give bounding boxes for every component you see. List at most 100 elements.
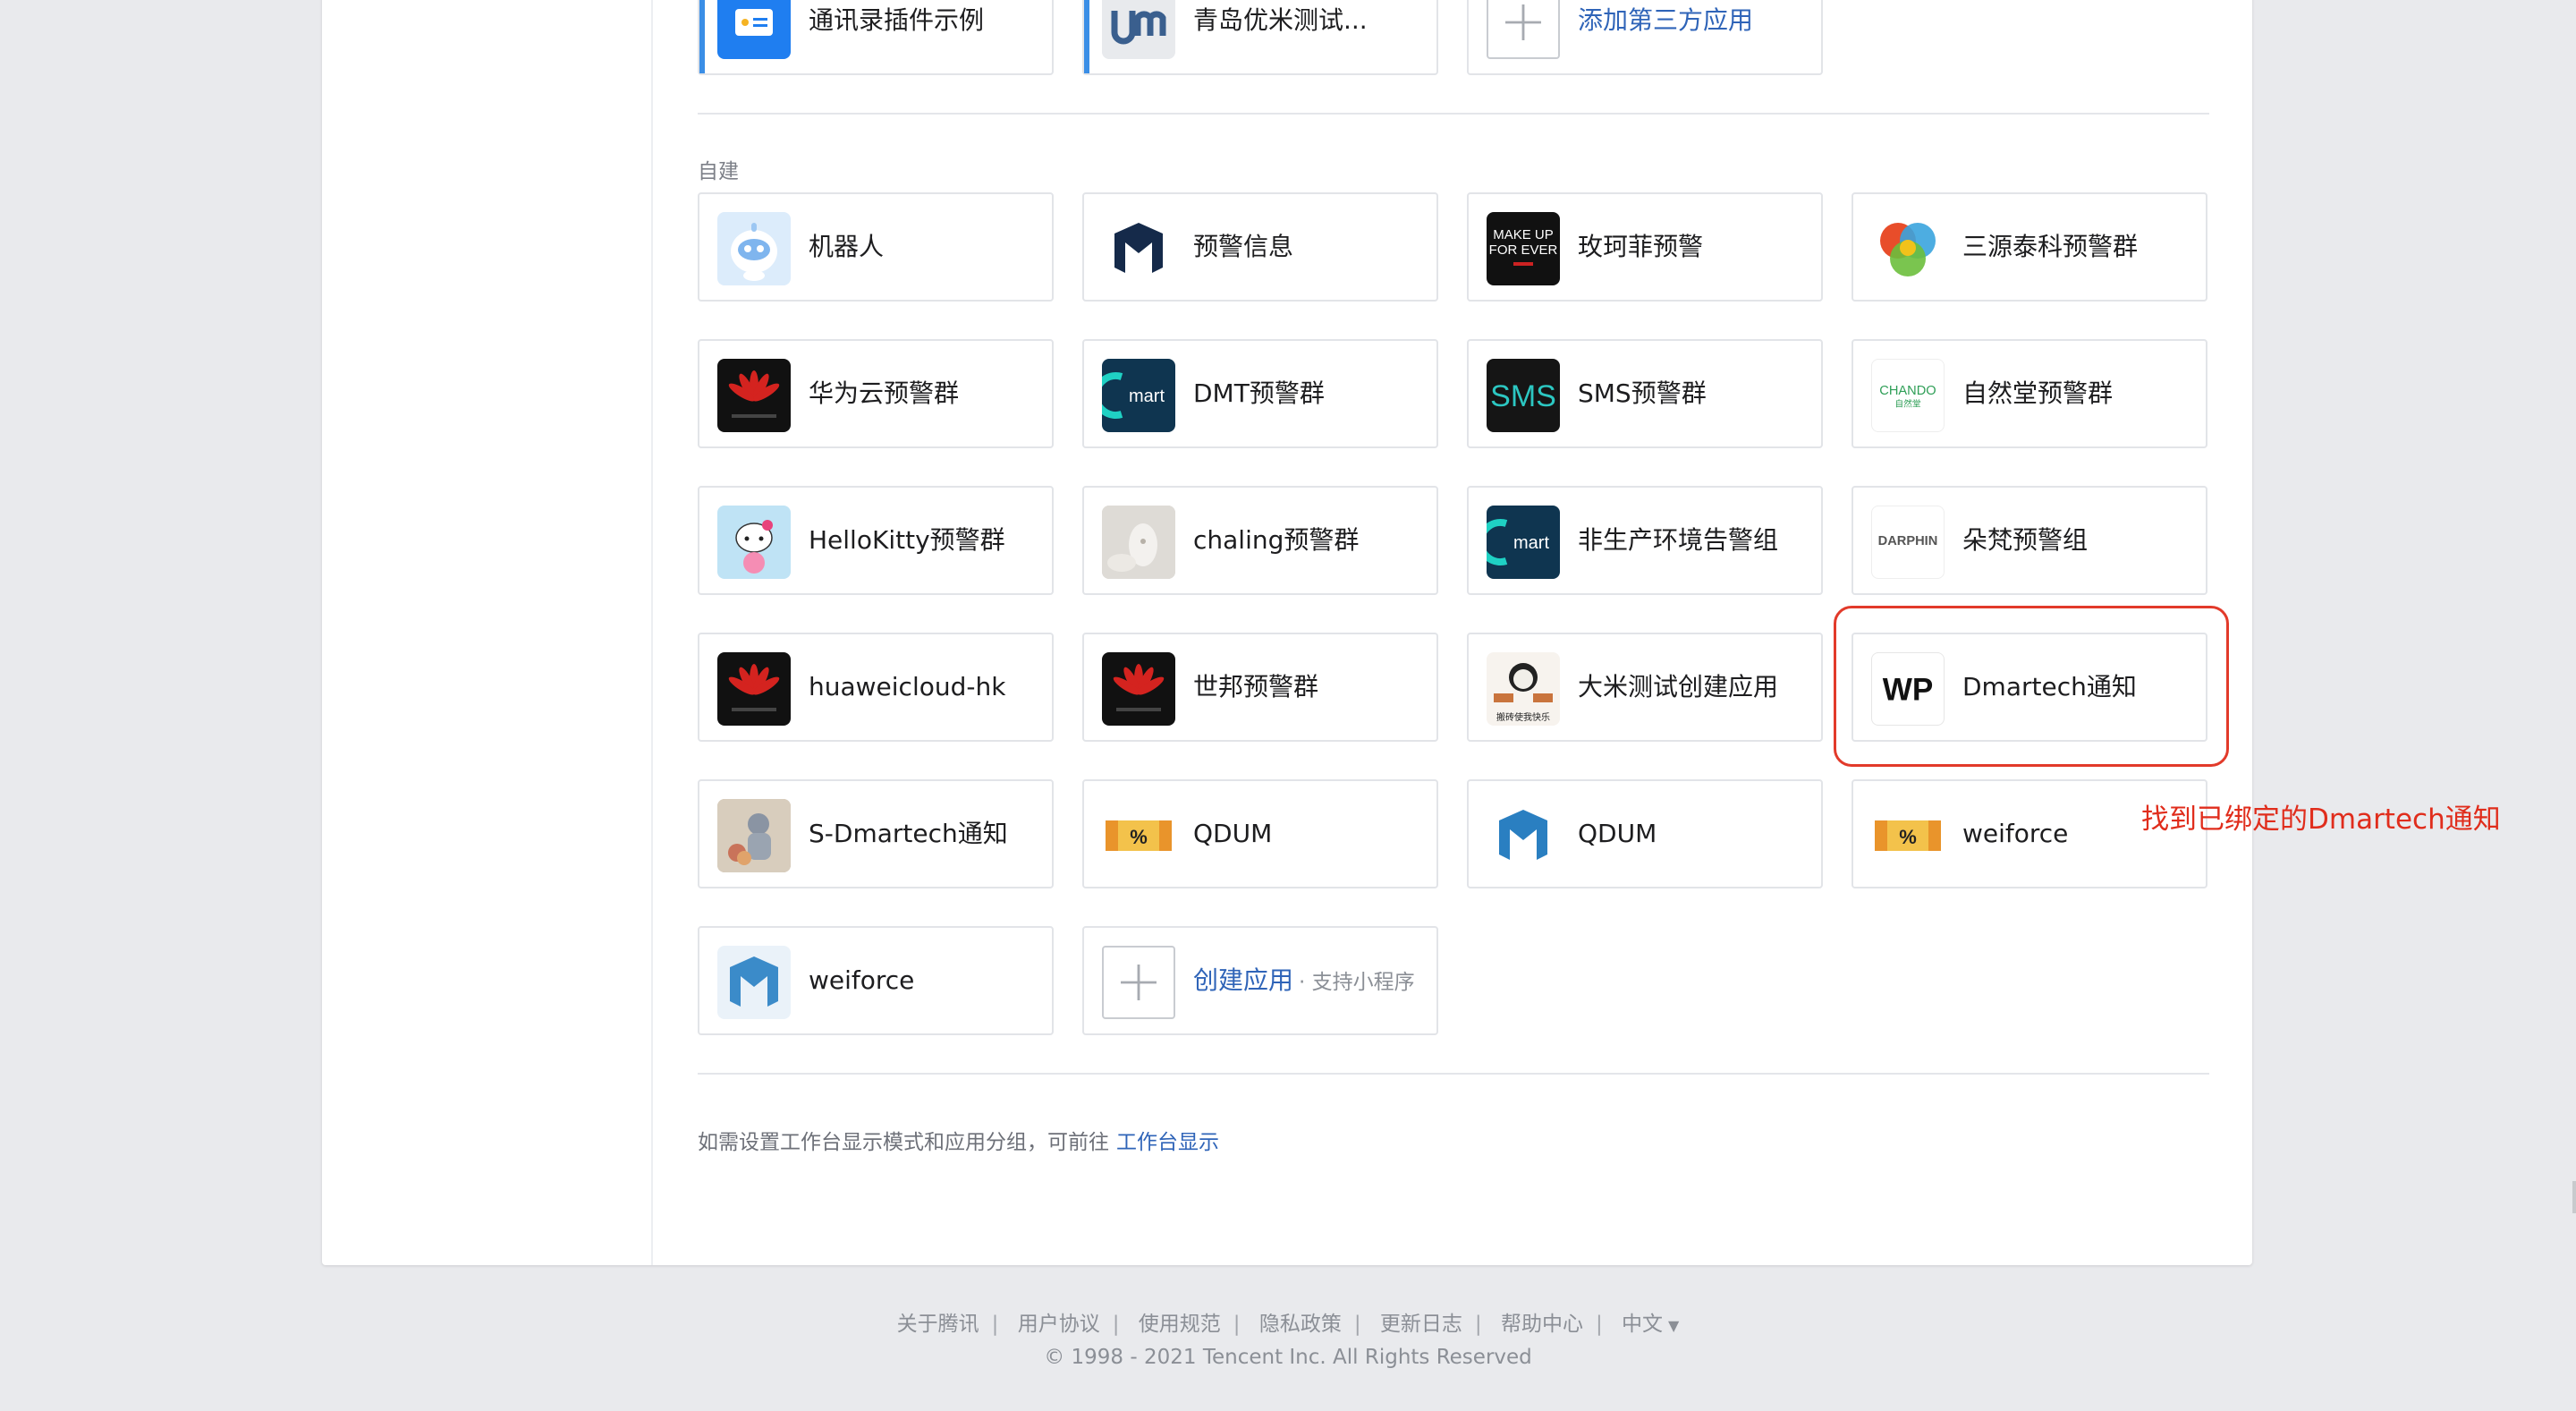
app-label: 青岛优米测试... <box>1193 5 1368 35</box>
create-app-card[interactable]: 创建应用 · 支持小程序 <box>1082 926 1438 1035</box>
caret-down-icon: ▼ <box>1668 1317 1680 1334</box>
svg-text:搬砖使我快乐: 搬砖使我快乐 <box>1496 711 1550 723</box>
chando-logo-icon: CHANDO 自然堂 <box>1871 359 1945 432</box>
chaling-product-icon <box>1102 506 1175 579</box>
scroll-edge-indicator <box>2572 1181 2576 1213</box>
app-label: 世邦预警群 <box>1193 672 1319 701</box>
app-card[interactable]: 世邦预警群 <box>1082 633 1438 742</box>
app-label: 朵梵预警组 <box>1962 525 2089 555</box>
m-logo-icon <box>1487 799 1560 872</box>
svg-text:自然堂: 自然堂 <box>1894 398 1920 410</box>
photo-avatar-icon <box>717 799 791 872</box>
hello-kitty-icon <box>717 506 791 579</box>
create-app-sub: · 支持小程序 <box>1299 971 1415 994</box>
plus-icon <box>1102 946 1175 1019</box>
dmart-logo-icon: mart <box>1487 506 1560 579</box>
makeup-forever-logo-icon: MAKE UP FOR EVER <box>1487 212 1560 285</box>
app-label: 大米测试创建应用 <box>1578 672 1779 701</box>
app-label: weiforce <box>809 965 915 995</box>
app-label: huaweicloud-hk <box>809 672 1006 701</box>
svg-text:%: % <box>1130 826 1148 848</box>
app-label: 自然堂预警群 <box>1962 378 2114 408</box>
huawei-logo-icon <box>717 652 791 726</box>
app-card[interactable]: chaling预警群 <box>1082 486 1438 595</box>
app-card[interactable]: % QDUM <box>1082 779 1438 888</box>
huawei-logo-icon <box>717 359 791 432</box>
create-app-label: 创建应用 <box>1193 965 1294 995</box>
footer-link-privacy[interactable]: 隐私政策 <box>1259 1313 1342 1336</box>
app-card[interactable]: SMS SMS预警群 <box>1467 339 1823 448</box>
app-label: DMT预警群 <box>1193 378 1325 408</box>
app-card[interactable]: mart 非生产环境告警组 <box>1467 486 1823 595</box>
app-label: 机器人 <box>809 232 885 261</box>
footer-link-usage-rules[interactable]: 使用规范 <box>1139 1313 1221 1336</box>
contacts-plugin-icon <box>717 0 791 59</box>
app-card[interactable]: huaweicloud-hk <box>698 633 1054 742</box>
app-card[interactable]: QDUM <box>1467 779 1823 888</box>
app-label: chaling预警群 <box>1193 525 1360 555</box>
m-logo-icon <box>717 946 791 1019</box>
add-third-party-app-card[interactable]: 添加第三方应用 <box>1467 0 1823 75</box>
huawei-logo-icon <box>1102 652 1175 726</box>
app-card[interactable]: mart DMT预警群 <box>1082 339 1438 448</box>
darphin-logo-icon: DARPHIN <box>1871 506 1945 579</box>
app-label: 预警信息 <box>1193 232 1294 261</box>
um-logo-icon <box>1102 0 1175 59</box>
coupon-icon: % <box>1102 799 1175 872</box>
annotation-text: 找到已绑定的Dmartech通知 <box>2141 803 2501 836</box>
app-card[interactable]: DARPHIN 朵梵预警组 <box>1852 486 2207 595</box>
workspace-display-hint: 如需设置工作台显示模式和应用分组，可前往 工作台显示 <box>698 1125 1219 1155</box>
app-card[interactable]: CHANDO 自然堂 自然堂预警群 <box>1852 339 2207 448</box>
sms-logo-icon: SMS <box>1487 359 1560 432</box>
m-logo-icon <box>1102 212 1175 285</box>
annotation-highlight-box <box>1834 606 2229 767</box>
app-label: QDUM <box>1578 819 1657 848</box>
app-label: S-Dmartech通知 <box>809 819 1008 848</box>
add-third-party-app-label: 添加第三方应用 <box>1578 5 1754 35</box>
plus-icon <box>1487 0 1560 59</box>
app-label: 玫珂菲预警 <box>1578 232 1704 261</box>
app-card[interactable]: weiforce <box>698 926 1054 1035</box>
svg-text:DARPHIN: DARPHIN <box>1878 534 1938 548</box>
app-card[interactable]: 华为云预警群 <box>698 339 1054 448</box>
language-label: 中文 <box>1622 1313 1664 1336</box>
app-card[interactable]: HelloKitty预警群 <box>698 486 1054 595</box>
copyright: © 1998 - 2021 Tencent Inc. All Rights Re… <box>1044 1346 1532 1369</box>
app-label: HelloKitty预警群 <box>809 525 1005 555</box>
sanyuan-logo-icon <box>1871 212 1945 285</box>
app-card-qingdao-youmi[interactable]: 青岛优米测试... <box>1082 0 1438 75</box>
svg-text:MAKE UP: MAKE UP <box>1493 227 1554 242</box>
app-card[interactable]: 搬砖使我快乐 大米测试创建应用 <box>1467 633 1823 742</box>
app-card[interactable]: MAKE UP FOR EVER 玫珂菲预警 <box>1467 192 1823 302</box>
footer-link-about[interactable]: 关于腾讯 <box>897 1313 979 1336</box>
footer-link-changelog[interactable]: 更新日志 <box>1380 1313 1462 1336</box>
svg-text:CHANDO: CHANDO <box>1879 384 1936 398</box>
language-select[interactable]: 中文 ▼ <box>1622 1313 1679 1336</box>
svg-text:SMS: SMS <box>1490 379 1556 413</box>
workspace-display-link[interactable]: 工作台显示 <box>1116 1131 1219 1154</box>
app-card[interactable]: 机器人 <box>698 192 1054 302</box>
app-label: 通讯录插件示例 <box>809 5 985 35</box>
svg-text:mart: mart <box>1513 533 1549 553</box>
svg-text:mart: mart <box>1129 387 1165 406</box>
app-label: weiforce <box>1962 819 2069 848</box>
svg-text:%: % <box>1899 826 1917 848</box>
coupon-icon: % <box>1871 799 1945 872</box>
section-divider <box>698 113 2209 115</box>
app-label: QDUM <box>1193 819 1273 848</box>
app-label: 三源泰科预警群 <box>1962 232 2139 261</box>
app-label: SMS预警群 <box>1578 378 1707 408</box>
footer-links: 关于腾讯 | 用户协议 | 使用规范 | 隐私政策 | 更新日志 | 帮助中心 | 中文 ▼ <box>896 1313 1680 1336</box>
app-card[interactable]: S-Dmartech通知 <box>698 779 1054 888</box>
app-card[interactable]: 预警信息 <box>1082 192 1438 302</box>
meme-avatar-icon: 搬砖使我快乐 <box>1487 652 1560 726</box>
section-divider <box>698 1073 2209 1075</box>
app-card[interactable]: 三源泰科预警群 <box>1852 192 2207 302</box>
hint-text: 如需设置工作台显示模式和应用分组，可前往 <box>698 1131 1109 1154</box>
app-label: 非生产环境告警组 <box>1578 525 1779 555</box>
footer-link-help[interactable]: 帮助中心 <box>1501 1313 1583 1336</box>
svg-text:FOR EVER: FOR EVER <box>1489 242 1558 258</box>
app-card-contacts-plugin[interactable]: 通讯录插件示例 <box>698 0 1054 75</box>
section-title-self-built: 自建 <box>698 160 739 183</box>
footer-link-user-agreement[interactable]: 用户协议 <box>1018 1313 1100 1336</box>
